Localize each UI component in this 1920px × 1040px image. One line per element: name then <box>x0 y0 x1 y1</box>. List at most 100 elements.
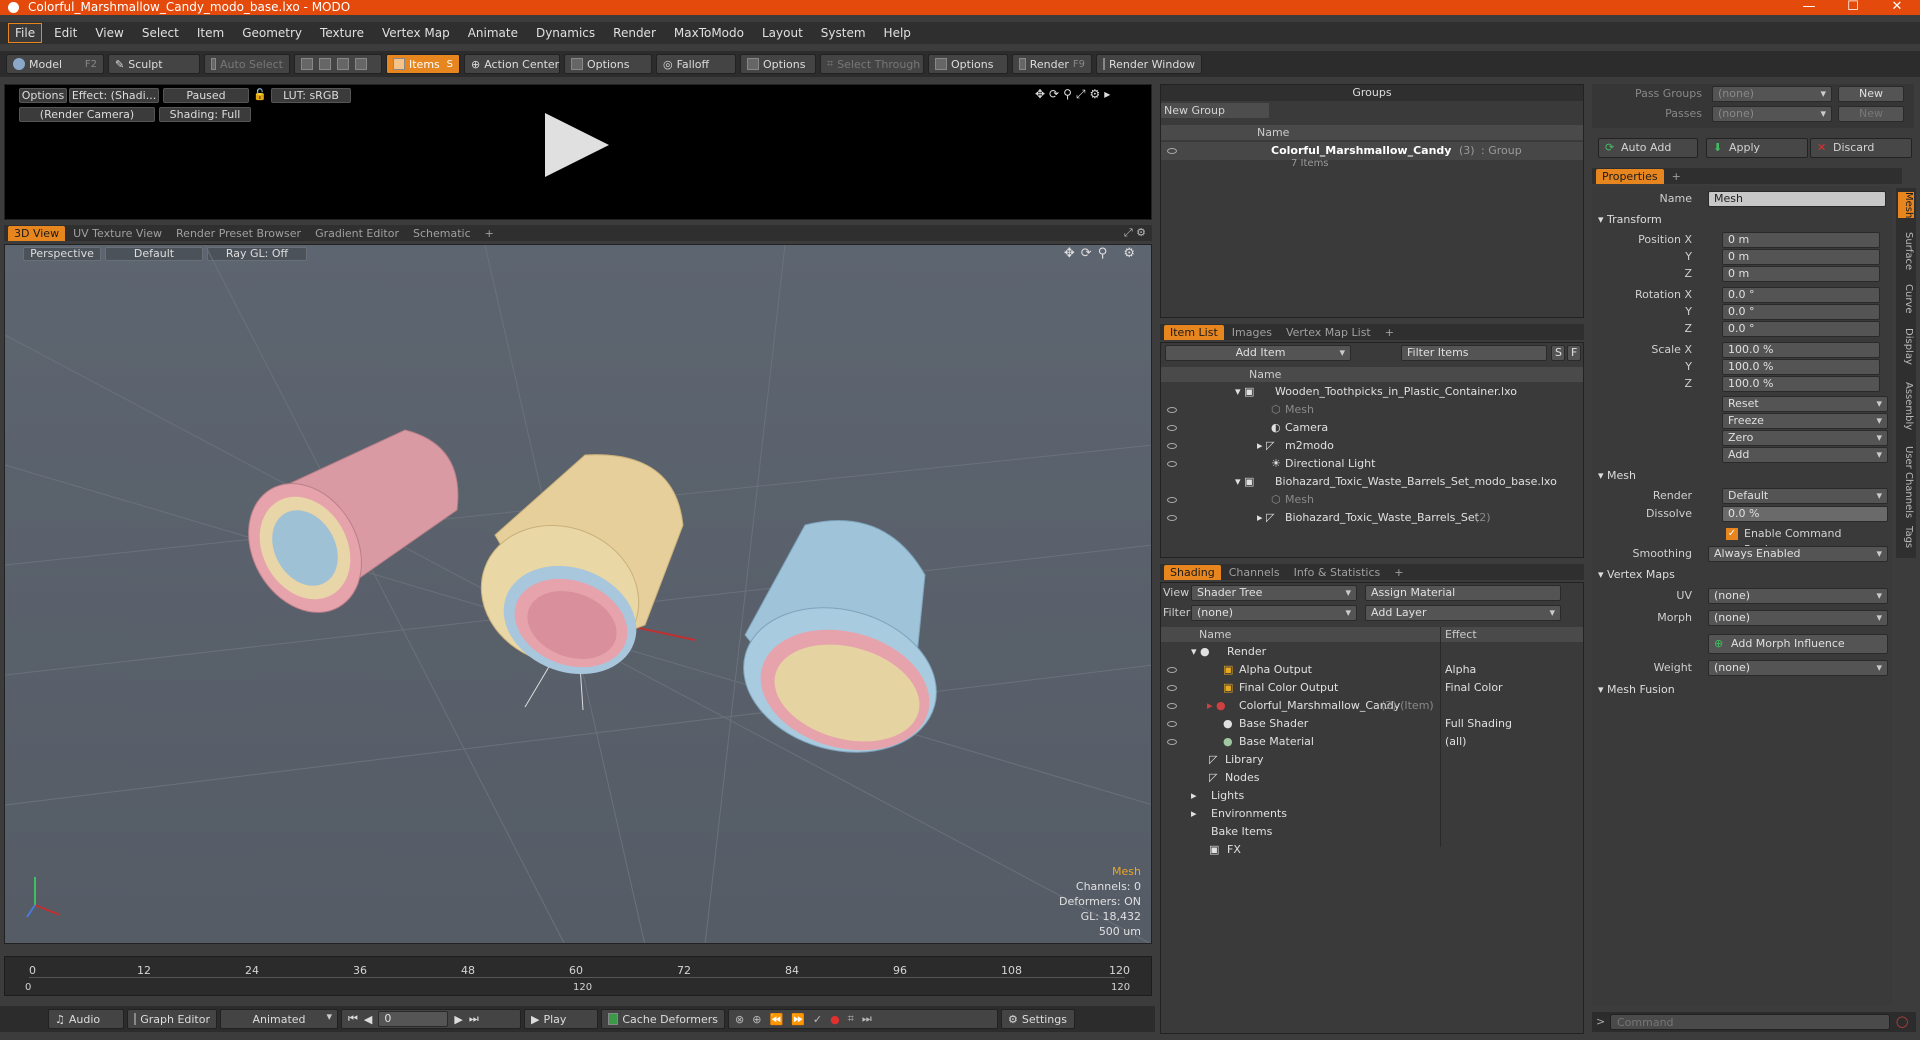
next-key-icon[interactable]: ⏩ <box>791 1013 805 1026</box>
tab-info-statistics[interactable]: Info & Statistics <box>1288 565 1387 580</box>
rotation-y-field[interactable]: 0.0 ° <box>1722 304 1880 320</box>
menu-view[interactable]: View <box>89 24 129 42</box>
tab-images[interactable]: Images <box>1226 325 1278 340</box>
menu-help[interactable]: Help <box>878 24 917 42</box>
menu-select[interactable]: Select <box>136 24 185 42</box>
shading-dropdown[interactable]: Shading: Full <box>159 107 251 122</box>
tab-channels[interactable]: Channels <box>1223 565 1286 580</box>
menu-texture[interactable]: Texture <box>314 24 370 42</box>
add-tab-button[interactable]: + <box>1666 169 1687 184</box>
polygons-icon[interactable] <box>337 58 349 70</box>
command-history-icon[interactable]: ◯ <box>1896 1015 1908 1028</box>
auto-key-icon[interactable]: ✓ <box>813 1013 822 1026</box>
shader-row[interactable]: ◸ Library <box>1161 751 1583 769</box>
add-tab-button[interactable]: + <box>1388 565 1409 580</box>
position-x-field[interactable]: 0 m <box>1722 232 1880 248</box>
menu-item[interactable]: Item <box>191 24 230 42</box>
next-frame-icon[interactable]: ▶ <box>454 1013 462 1026</box>
key-all-icon[interactable]: ⊕ <box>752 1013 761 1026</box>
animation-mode-dropdown[interactable]: Animated <box>220 1009 338 1029</box>
key-icon[interactable]: ⊗ <box>735 1013 744 1026</box>
enable-command-regions-checkbox[interactable]: ✓Enable Command Regions <box>1722 526 1888 556</box>
morph-dropdown[interactable]: (none) <box>1708 610 1888 626</box>
key-options-icon[interactable]: ⌗ <box>848 1012 854 1026</box>
tab-schematic[interactable]: Schematic <box>407 226 477 241</box>
lut-dropdown[interactable]: LUT: sRGB <box>271 88 351 103</box>
menu-system[interactable]: System <box>815 24 872 42</box>
tab-3d-view[interactable]: 3D View <box>8 225 66 241</box>
first-frame-icon[interactable]: ⏮ <box>348 1012 358 1026</box>
shader-row[interactable]: ▾ ● Render <box>1161 643 1583 661</box>
rotation-z-field[interactable]: 0.0 ° <box>1722 321 1880 337</box>
shader-row[interactable]: ▣ Final Color Output Final Color <box>1161 679 1583 697</box>
timeline[interactable]: 0 12 24 36 48 60 72 84 96 108 120 0 120 … <box>4 956 1152 996</box>
filter-f-button[interactable]: F <box>1567 345 1581 361</box>
assign-material-field[interactable]: Assign Material <box>1365 585 1561 601</box>
graph-editor-button[interactable]: Graph Editor <box>127 1009 217 1029</box>
shader-row[interactable]: ● Base Shader Full Shading <box>1161 715 1583 733</box>
action-center-button[interactable]: ⊕ Action Center <box>464 54 560 74</box>
add-morph-influence-button[interactable]: ⊕ Add Morph Influence <box>1708 634 1888 654</box>
menu-maxtomodo[interactable]: MaxToModo <box>668 24 750 42</box>
current-frame-field[interactable]: 0 <box>378 1011 449 1027</box>
group-row[interactable]: Colorful_Marshmallow_Candy (3) : Group <box>1161 142 1583 160</box>
visibility-eye-icon[interactable] <box>1167 739 1177 745</box>
tab-gradient-editor[interactable]: Gradient Editor <box>309 226 405 241</box>
shader-row[interactable]: ▸ ● Colorful_Marshmallow_Candy (2) (Item) <box>1161 697 1583 715</box>
play-icon[interactable] <box>545 113 609 177</box>
weight-dropdown[interactable]: (none) <box>1708 660 1888 676</box>
yellow-marshmallow[interactable] <box>462 454 684 692</box>
list-item[interactable]: ☀ Directional Light <box>1161 455 1583 473</box>
prev-key-icon[interactable]: ⏪ <box>769 1013 783 1026</box>
visibility-eye-icon[interactable] <box>1167 461 1177 467</box>
shader-row[interactable]: ● Base Material (all) <box>1161 733 1583 751</box>
filter-s-button[interactable]: S <box>1551 345 1565 361</box>
falloff-options-button[interactable]: Options <box>740 54 816 74</box>
tab-uv-texture-view[interactable]: UV Texture View <box>67 226 168 241</box>
select-through-options-button[interactable]: Options <box>928 54 1008 74</box>
scale-z-field[interactable]: 100.0 % <box>1722 376 1880 392</box>
preview-effect-dropdown[interactable]: Effect: (Shadi... <box>69 88 159 103</box>
menu-file[interactable]: File <box>8 23 43 43</box>
shader-row[interactable]: ◸ Nodes <box>1161 769 1583 787</box>
smoothing-dropdown[interactable]: Always Enabled <box>1708 546 1888 562</box>
visibility-eye-icon[interactable] <box>1167 515 1177 521</box>
add-tab-button[interactable]: + <box>479 226 500 241</box>
apply-button[interactable]: ⬇ Apply <box>1706 138 1808 158</box>
maximize-button[interactable]: ☐ <box>1836 0 1870 15</box>
freeze-dropdown[interactable]: Freeze <box>1722 413 1888 429</box>
visibility-eye-icon[interactable] <box>1167 685 1177 691</box>
shader-row[interactable]: ▣ FX <box>1161 841 1583 859</box>
vertices-icon[interactable] <box>301 58 313 70</box>
render-button[interactable]: Render F9 <box>1012 54 1092 74</box>
side-tab-tags[interactable]: Tags <box>1898 526 1914 548</box>
zero-dropdown[interactable]: Zero <box>1722 430 1888 446</box>
shader-row[interactable]: Bake Items <box>1161 823 1583 841</box>
visibility-eye-icon[interactable] <box>1167 721 1177 727</box>
audio-button[interactable]: ♫ Audio <box>48 1009 124 1029</box>
shader-row[interactable]: ▸ Lights <box>1161 787 1583 805</box>
scale-x-field[interactable]: 100.0 % <box>1722 342 1880 358</box>
record-icon[interactable]: ● <box>830 1013 840 1026</box>
visibility-eye-icon[interactable] <box>1167 407 1177 413</box>
shader-row[interactable]: ▸ Environments <box>1161 805 1583 823</box>
tab-render-preset-browser[interactable]: Render Preset Browser <box>170 226 307 241</box>
visibility-eye-icon[interactable] <box>1167 148 1177 154</box>
preview-paused-button[interactable]: Paused <box>163 88 249 103</box>
tab-vertex-map-list[interactable]: Vertex Map List <box>1280 325 1377 340</box>
action-center-options-button[interactable]: Options <box>564 54 652 74</box>
add-item-dropdown[interactable]: Add Item <box>1165 345 1351 361</box>
blue-marshmallow[interactable] <box>727 520 953 773</box>
list-item[interactable]: ▾ ▣ Wooden_Toothpicks_in_Plastic_Containe… <box>1161 383 1583 401</box>
position-z-field[interactable]: 0 m <box>1722 266 1880 282</box>
rotation-x-field[interactable]: 0.0 ° <box>1722 287 1880 303</box>
passes-dropdown[interactable]: (none) <box>1712 106 1832 122</box>
side-tab-user-channels[interactable]: User Channels <box>1898 446 1914 518</box>
mesh-render-dropdown[interactable]: Default <box>1722 488 1888 504</box>
tab-shading[interactable]: Shading <box>1164 564 1221 580</box>
discard-button[interactable]: ✕ Discard <box>1810 138 1912 158</box>
preview-nav-icons[interactable]: ✥⟳⚲⤢⚙▸ <box>1035 87 1114 102</box>
tab-properties[interactable]: Properties <box>1596 168 1664 184</box>
pink-marshmallow[interactable] <box>226 429 459 633</box>
view-dropdown[interactable]: Shader Tree <box>1191 585 1357 601</box>
